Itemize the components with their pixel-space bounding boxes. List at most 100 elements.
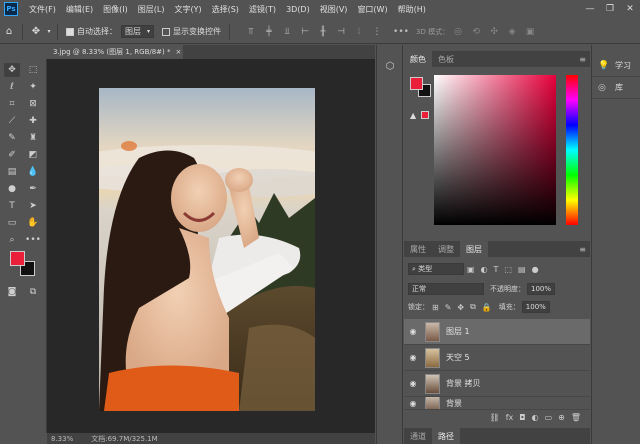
menu-help[interactable]: 帮助(H): [393, 4, 431, 15]
filter-smart-object-icon[interactable]: ▤: [518, 265, 526, 274]
panel-foreground-swatch[interactable]: [410, 77, 423, 90]
tab-color[interactable]: 颜色: [404, 51, 432, 67]
more-options-icon[interactable]: •••: [393, 25, 409, 39]
3d-orbit-icon[interactable]: ◎: [451, 25, 465, 39]
gradient-tool-icon[interactable]: ▤: [4, 165, 20, 179]
screen-mode-icon[interactable]: ⧉: [25, 285, 41, 299]
align-right-icon[interactable]: ⊣: [334, 25, 348, 39]
quick-mask-icon[interactable]: ◙: [4, 285, 20, 299]
layer-style-icon[interactable]: fx: [506, 413, 514, 422]
filter-pixel-icon[interactable]: ▣: [467, 265, 475, 274]
color-field[interactable]: [434, 75, 556, 225]
menu-select[interactable]: 选择(S): [207, 4, 244, 15]
menu-layer[interactable]: 图层(L): [133, 4, 170, 15]
3d-pan-icon[interactable]: ✣: [487, 25, 501, 39]
frame-tool-icon[interactable]: ⊠: [25, 97, 41, 111]
filter-type-icon[interactable]: T: [494, 265, 499, 274]
distribute-spacing-icon[interactable]: ⋮: [370, 25, 384, 39]
new-group-icon[interactable]: ▭: [545, 413, 553, 422]
pen-tool-icon[interactable]: ✒: [25, 182, 41, 196]
tab-paths[interactable]: 路径: [432, 428, 460, 444]
3d-slide-icon[interactable]: ◈: [505, 25, 519, 39]
zoom-level[interactable]: 8.33%: [51, 435, 73, 443]
auto-select-checkbox[interactable]: [66, 27, 74, 36]
distribute-icon[interactable]: ⦙: [352, 25, 366, 39]
eyedropper-tool-icon[interactable]: ⟋: [4, 114, 20, 128]
menu-filter[interactable]: 滤镜(T): [244, 4, 281, 15]
align-hcenter-icon[interactable]: ╫: [316, 25, 330, 39]
layer-filter-dropdown[interactable]: ⌕ 类型: [408, 263, 464, 275]
add-mask-icon[interactable]: ◘: [519, 413, 525, 422]
align-left-icon[interactable]: ⊢: [298, 25, 312, 39]
visibility-eye-icon[interactable]: ◉: [404, 399, 422, 408]
close-button[interactable]: ✕: [620, 0, 640, 18]
path-selection-tool-icon[interactable]: ➤: [25, 199, 41, 213]
chevron-down-icon[interactable]: ▾: [45, 23, 53, 41]
filter-shape-icon[interactable]: ⬚: [504, 265, 512, 274]
tab-adjustments[interactable]: 调整: [432, 241, 460, 257]
history-brush-tool-icon[interactable]: ✐: [4, 148, 20, 162]
menu-window[interactable]: 窗口(W): [352, 4, 392, 15]
align-bottom-icon[interactable]: ⫫: [280, 25, 294, 39]
gamut-warning-icon[interactable]: ▲: [410, 111, 416, 120]
menu-view[interactable]: 视图(V): [315, 4, 353, 15]
opacity-input[interactable]: 100%: [527, 283, 556, 295]
move-tool-icon[interactable]: ✥: [4, 63, 20, 77]
lock-artboard-icon[interactable]: ⧉: [470, 302, 476, 312]
new-adjustment-icon[interactable]: ◐: [532, 413, 539, 422]
menu-type[interactable]: 文字(Y): [169, 4, 206, 15]
tab-layers[interactable]: 图层: [460, 241, 488, 257]
stamp-tool-icon[interactable]: ♜: [25, 131, 41, 145]
lock-transparent-icon[interactable]: ⊞: [432, 303, 439, 312]
crop-tool-icon[interactable]: ⌗: [4, 97, 20, 111]
tab-swatches[interactable]: 色板: [432, 51, 460, 67]
auto-select-dropdown[interactable]: 图层 ▾: [121, 25, 155, 38]
lock-image-icon[interactable]: ✎: [445, 303, 452, 312]
filter-toggle-icon[interactable]: ●: [532, 265, 539, 274]
library-panel-button[interactable]: ◎ 库: [592, 77, 640, 99]
document-image[interactable]: [99, 88, 315, 411]
more-tools-icon[interactable]: •••: [25, 233, 41, 247]
blend-mode-dropdown[interactable]: 正常: [408, 283, 484, 295]
layer-row[interactable]: ◉ 背景 拷贝: [404, 371, 590, 397]
dodge-tool-icon[interactable]: ●: [4, 182, 20, 196]
lasso-tool-icon[interactable]: ℓ: [4, 80, 20, 94]
visibility-eye-icon[interactable]: ◉: [404, 379, 422, 388]
visibility-eye-icon[interactable]: ◉: [404, 327, 422, 336]
visibility-eye-icon[interactable]: ◉: [404, 353, 422, 362]
fill-input[interactable]: 100%: [521, 301, 550, 313]
lock-all-icon[interactable]: 🔒: [482, 303, 492, 312]
restore-button[interactable]: ❐: [600, 0, 620, 18]
menu-edit[interactable]: 编辑(E): [61, 4, 98, 15]
layer-row[interactable]: ◉ 天空 5: [404, 345, 590, 371]
menu-image[interactable]: 图像(I): [98, 4, 133, 15]
lock-position-icon[interactable]: ✥: [457, 303, 464, 312]
close-tab-icon[interactable]: ×: [176, 48, 182, 56]
layer-row[interactable]: ◉ 图层 1: [404, 319, 590, 345]
type-tool-icon[interactable]: T: [4, 199, 20, 213]
blur-tool-icon[interactable]: 💧: [25, 165, 41, 179]
brush-tool-icon[interactable]: ✎: [4, 131, 20, 145]
marquee-tool-icon[interactable]: ⬚: [25, 63, 41, 77]
minimize-button[interactable]: —: [580, 0, 600, 18]
3d-roll-icon[interactable]: ⟲: [469, 25, 483, 39]
zoom-tool-icon[interactable]: ⌕: [4, 233, 20, 247]
link-layers-icon[interactable]: ⛓: [490, 413, 500, 422]
panel-menu-icon[interactable]: ≡: [579, 245, 586, 254]
magic-wand-tool-icon[interactable]: ✦: [25, 80, 41, 94]
show-transform-checkbox[interactable]: [162, 27, 171, 36]
hand-tool-icon[interactable]: ✋: [25, 216, 41, 230]
menu-file[interactable]: 文件(F): [24, 4, 61, 15]
menu-3d[interactable]: 3D(D): [281, 5, 315, 14]
home-icon[interactable]: ⌂: [0, 23, 18, 41]
move-tool-icon[interactable]: ✥: [27, 23, 45, 41]
panel-menu-icon[interactable]: ≡: [579, 55, 586, 64]
tab-channels[interactable]: 通道: [404, 428, 432, 444]
delete-layer-icon[interactable]: 🗑: [571, 413, 581, 422]
rectangle-tool-icon[interactable]: ▭: [4, 216, 20, 230]
tab-properties[interactable]: 属性: [404, 241, 432, 257]
3d-panel-icon[interactable]: ⬡: [383, 59, 397, 73]
learn-panel-button[interactable]: 💡 学习: [592, 55, 640, 77]
align-top-icon[interactable]: ⫪: [244, 25, 258, 39]
3d-scale-icon[interactable]: ▣: [523, 25, 537, 39]
